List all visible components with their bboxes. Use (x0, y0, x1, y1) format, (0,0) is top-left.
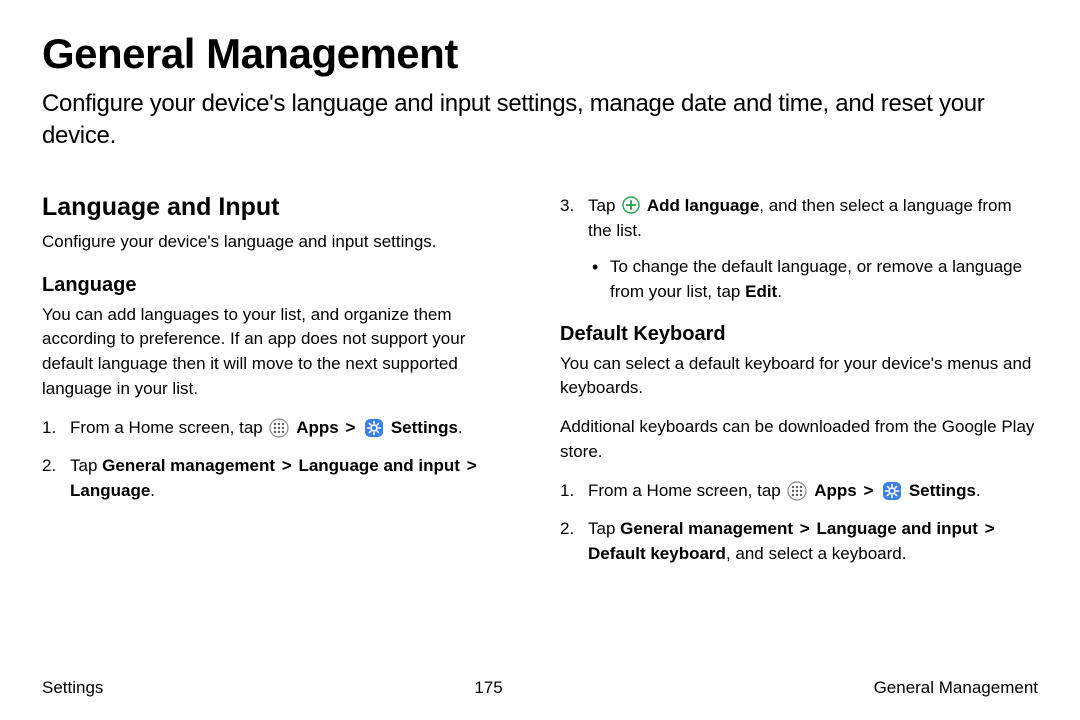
settings-icon (882, 481, 902, 501)
bullet-item: To change the default language, or remov… (588, 254, 1038, 305)
subsection-heading-default-keyboard: Default Keyboard (560, 323, 1038, 346)
footer-left: Settings (42, 678, 103, 698)
step-text: From a Home screen, tap (70, 418, 267, 437)
step-text: Tap (588, 519, 620, 538)
page-footer: Settings 175 General Management (42, 678, 1038, 698)
step-1: From a Home screen, tap Apps > (42, 415, 520, 441)
apps-label: Apps (814, 481, 857, 500)
path-segment: Language and input (816, 519, 978, 538)
steps-language-continued: Tap Add language, and then select a lang… (560, 193, 1038, 305)
section-desc-language-input: Configure your device's language and inp… (42, 230, 520, 254)
chevron-icon: > (345, 418, 355, 437)
settings-label: Settings (391, 418, 458, 437)
sub-bullets: To change the default language, or remov… (588, 254, 1038, 305)
bullet-text: To change the default language, or remov… (610, 257, 1022, 302)
path-segment: Language and input (298, 456, 460, 475)
chevron-icon: > (863, 481, 873, 500)
steps-default-keyboard: From a Home screen, tap Apps > (560, 478, 1038, 567)
step-3: Tap Add language, and then select a lang… (560, 193, 1038, 305)
path-segment: General management (620, 519, 793, 538)
step-period: . (976, 481, 981, 500)
step-text: Tap (70, 456, 102, 475)
step-text: From a Home screen, tap (588, 481, 785, 500)
chevron-icon: > (800, 519, 810, 538)
plus-icon (622, 196, 640, 214)
steps-language: From a Home screen, tap Apps > (42, 415, 520, 504)
subsection-heading-language: Language (42, 274, 520, 297)
step-text: , and select a keyboard. (726, 544, 907, 563)
edit-label: Edit (745, 282, 777, 301)
step-1: From a Home screen, tap Apps > (560, 478, 1038, 504)
path-segment: General management (102, 456, 275, 475)
right-column: Tap Add language, and then select a lang… (560, 193, 1038, 579)
chevron-icon: > (282, 456, 292, 475)
step-2: Tap General management > Language and in… (42, 453, 520, 504)
step-period: . (458, 418, 463, 437)
settings-label: Settings (909, 481, 976, 500)
footer-right: General Management (874, 678, 1038, 698)
step-period: . (150, 481, 155, 500)
page-intro: Configure your device's language and inp… (42, 88, 1038, 153)
path-segment: Default keyboard (588, 544, 726, 563)
step-text: Tap (588, 196, 620, 215)
footer-page-number: 175 (474, 678, 502, 698)
subsection-desc-keyboard-1: You can select a default keyboard for yo… (560, 352, 1038, 401)
section-heading-language-input: Language and Input (42, 193, 520, 222)
apps-icon (269, 418, 289, 438)
apps-label: Apps (296, 418, 339, 437)
step-2: Tap General management > Language and in… (560, 516, 1038, 567)
page-title: General Management (42, 30, 1038, 78)
left-column: Language and Input Configure your device… (42, 193, 520, 579)
subsection-desc-language: You can add languages to your list, and … (42, 303, 520, 402)
add-language-label: Add language (647, 196, 759, 215)
bullet-period: . (777, 282, 782, 301)
settings-icon (364, 418, 384, 438)
path-segment: Language (70, 481, 150, 500)
content-columns: Language and Input Configure your device… (42, 193, 1038, 579)
apps-icon (787, 481, 807, 501)
chevron-icon: > (985, 519, 995, 538)
subsection-desc-keyboard-2: Additional keyboards can be downloaded f… (560, 415, 1038, 464)
chevron-icon: > (467, 456, 477, 475)
